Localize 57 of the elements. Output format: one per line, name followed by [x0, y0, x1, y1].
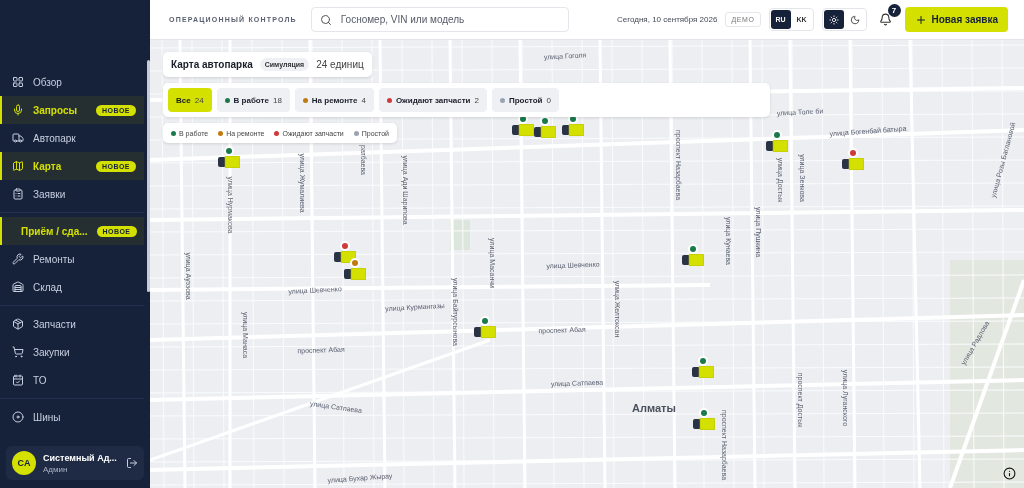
car-icon	[692, 366, 714, 378]
car-icon	[562, 124, 584, 136]
cart-icon	[12, 346, 24, 358]
unit-count: 24 единиц	[316, 59, 364, 70]
search-field[interactable]: Госномер, VIN или модель	[310, 7, 569, 32]
logout-icon[interactable]	[126, 457, 138, 469]
car-icon	[682, 254, 704, 266]
filter-chip[interactable]: Ожидают запчасти 2	[378, 88, 487, 112]
filter-chip[interactable]: В работе 18	[216, 88, 290, 112]
truck-icon	[12, 132, 24, 144]
avatar: СА	[12, 451, 36, 475]
sidebar-item[interactable]: Склад	[0, 273, 144, 301]
sidebar-item[interactable]: Обзор	[0, 68, 144, 96]
city-label: Алматы	[632, 402, 676, 414]
sidebar-item[interactable]: Заявки	[0, 180, 144, 208]
moon-icon	[849, 14, 860, 25]
sidebar-item[interactable]: Запчасти	[0, 310, 144, 338]
grid-icon	[12, 76, 24, 88]
calendar-icon	[12, 374, 24, 386]
car-icon	[512, 124, 534, 136]
user-role: Админ	[43, 464, 69, 474]
scrollbar[interactable]	[147, 60, 150, 292]
car-icon	[218, 156, 240, 168]
microphone-icon	[12, 104, 24, 116]
sun-button[interactable]	[823, 10, 844, 29]
new-request-button[interactable]: Новая заявка	[904, 7, 1008, 32]
sidebar-item[interactable]: Автопарк	[0, 124, 144, 152]
sidebar-item[interactable]: Шины	[0, 403, 144, 431]
disc-icon	[12, 411, 24, 423]
sidebar-item[interactable]: ТО	[0, 366, 144, 394]
bell-icon	[879, 13, 892, 26]
plus-icon	[914, 13, 927, 26]
wrench-icon	[12, 253, 24, 265]
user-card[interactable]: СА Системный Ад... Админ	[6, 446, 144, 480]
car-icon	[693, 418, 715, 430]
box-icon	[12, 318, 24, 330]
car-icon	[842, 158, 864, 170]
car-icon	[534, 126, 556, 138]
car-icon	[344, 268, 366, 280]
user-name: Системный Ад...	[43, 452, 118, 463]
sidebar-item[interactable]: Ремонты	[0, 245, 144, 273]
map-icon	[12, 160, 24, 172]
car-icon	[474, 326, 496, 338]
info-icon[interactable]	[1003, 467, 1016, 480]
notification-count: 7	[887, 3, 901, 17]
filter-chip[interactable]: На ремонте 4	[294, 88, 374, 112]
sun-icon	[828, 14, 839, 25]
car-icon	[766, 140, 788, 152]
car-icon	[334, 251, 356, 263]
sidebar-item[interactable]: Закупки	[0, 338, 144, 366]
filter-chip[interactable]: Все 24	[168, 88, 212, 112]
clipboard-icon	[12, 188, 24, 200]
map-title: Карта автопарка	[171, 59, 253, 70]
filter-chip[interactable]: Простой 0	[492, 88, 559, 112]
date-text: Сегодня, 10 сентября 2026	[617, 15, 718, 24]
warehouse-icon	[12, 281, 24, 293]
search-icon	[319, 13, 332, 26]
